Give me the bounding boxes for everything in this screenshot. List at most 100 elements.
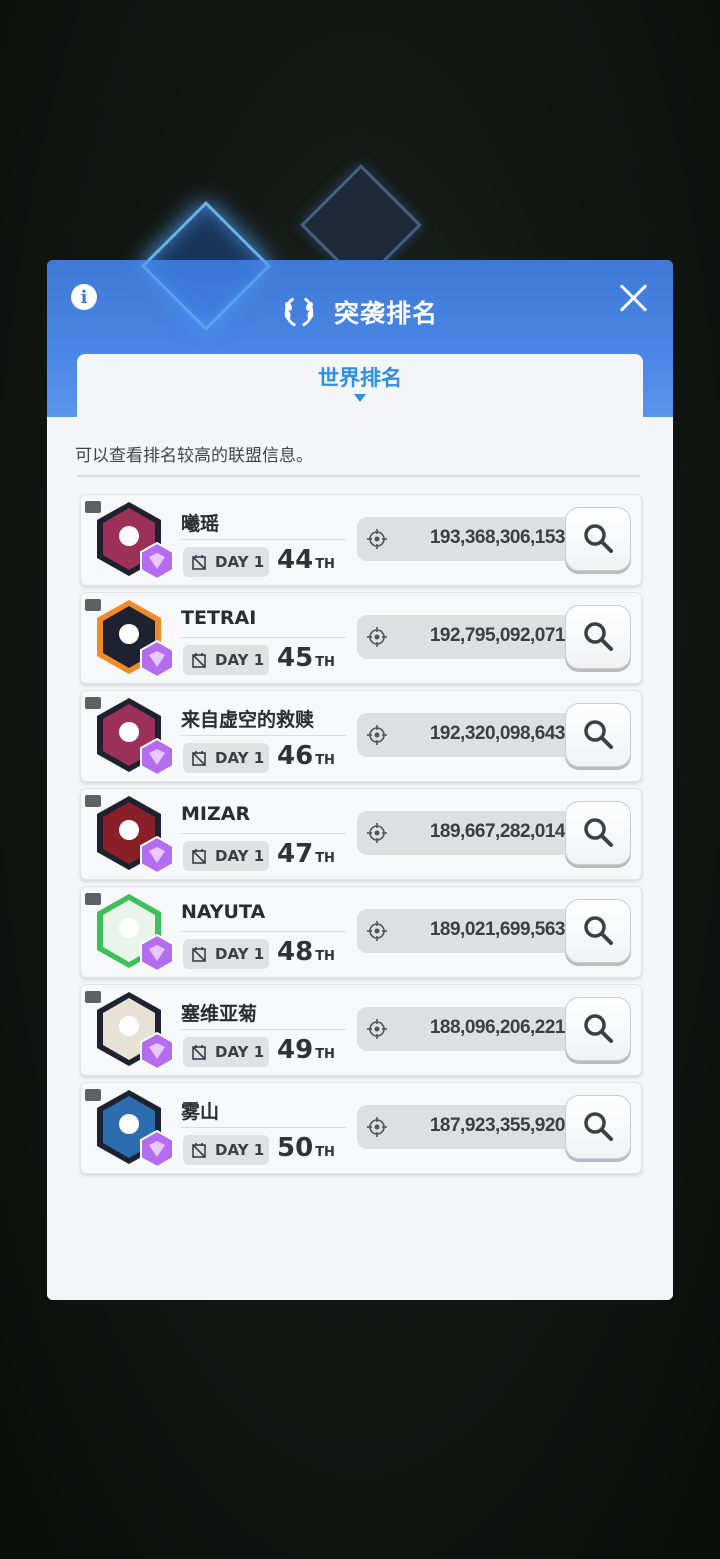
score-box: 192,320,098,643 — [357, 713, 591, 757]
tab-label: 世界排名 — [318, 366, 402, 390]
calendar-icon — [192, 1045, 206, 1060]
name-underline — [181, 735, 346, 736]
rank-value: 48 — [277, 937, 314, 967]
score-value: 187,923,355,920 — [429, 1115, 566, 1136]
union-name: NAYUTA — [181, 901, 266, 923]
day-label: DAY 1 — [215, 749, 265, 767]
calendar-icon — [192, 947, 206, 962]
day-badge: DAY 1 — [183, 1135, 269, 1165]
ranking-row[interactable]: MIZAR DAY 1 47 TH 189,667,282,014 — [80, 788, 642, 880]
gem-icon — [140, 1130, 174, 1168]
gem-icon — [140, 738, 174, 776]
ranking-row[interactable]: 曦瑶 DAY 1 44 TH 193,368,306,153 — [80, 494, 642, 586]
search-button[interactable] — [565, 1095, 631, 1159]
score-value: 192,320,098,643 — [429, 723, 566, 744]
day-label: DAY 1 — [215, 1043, 265, 1061]
tab-world-ranking[interactable]: 世界排名 — [77, 354, 643, 424]
search-icon — [584, 916, 613, 945]
name-underline — [181, 637, 346, 638]
calendar-icon — [192, 1143, 206, 1158]
score-value: 189,667,282,014 — [429, 821, 566, 842]
search-icon — [584, 622, 613, 651]
search-button[interactable] — [565, 801, 631, 865]
name-underline — [181, 931, 346, 932]
search-button[interactable] — [565, 997, 631, 1061]
day-badge: DAY 1 — [183, 645, 269, 675]
target-icon — [367, 823, 387, 843]
rank-number: 46 TH — [277, 741, 335, 771]
rank-number: 50 TH — [277, 1133, 335, 1163]
target-icon — [367, 1019, 387, 1039]
day-label: DAY 1 — [215, 847, 265, 865]
name-underline — [181, 539, 346, 540]
score-value: 192,795,092,071 — [429, 625, 566, 646]
rank-number: 44 TH — [277, 545, 335, 575]
rank-number: 47 TH — [277, 839, 335, 869]
ranking-row[interactable]: 塞维亚菊 DAY 1 49 TH 188,096,206,221 — [80, 984, 642, 1076]
ranking-content: 可以查看排名较高的联盟信息。 曦瑶 DAY 1 44 TH 193,368,30… — [47, 417, 673, 1300]
target-icon — [367, 725, 387, 745]
info-icon[interactable]: i — [71, 284, 97, 310]
panel-title: 突袭排名 — [334, 299, 439, 328]
search-button[interactable] — [565, 507, 631, 571]
search-icon — [584, 818, 613, 847]
day-label: DAY 1 — [215, 945, 265, 963]
union-name: 雾山 — [181, 1101, 220, 1123]
union-name: TETRAI — [181, 607, 257, 629]
union-name: 来自虚空的救赎 — [181, 709, 315, 731]
union-name: 曦瑶 — [181, 513, 220, 535]
score-value: 189,021,699,563 — [429, 919, 566, 940]
ranking-row[interactable]: TETRAI DAY 1 45 TH 192,795,092,071 — [80, 592, 642, 684]
target-icon — [367, 1117, 387, 1137]
score-value: 188,096,206,221 — [429, 1017, 566, 1038]
rank-suffix: TH — [315, 557, 335, 572]
day-badge: DAY 1 — [183, 841, 269, 871]
day-badge: DAY 1 — [183, 939, 269, 969]
tab-indicator-icon — [354, 394, 366, 402]
search-button[interactable] — [565, 703, 631, 767]
target-icon — [367, 529, 387, 549]
score-value: 193,368,306,153 — [429, 527, 566, 548]
header-diamond-decoration — [140, 260, 272, 332]
gem-icon — [140, 934, 174, 972]
rank-value: 50 — [277, 1133, 314, 1163]
union-name: MIZAR — [181, 803, 251, 825]
score-box: 192,795,092,071 — [357, 615, 591, 659]
name-underline — [181, 1029, 346, 1030]
rank-suffix: TH — [315, 753, 335, 768]
search-icon — [584, 720, 613, 749]
raid-ranking-panel: i 突袭排名 世界排名 可以查看排名较高的联盟信息。 曦瑶 DAY 1 44 T… — [47, 260, 673, 1300]
score-box: 187,923,355,920 — [357, 1105, 591, 1149]
day-badge: DAY 1 — [183, 743, 269, 773]
day-label: DAY 1 — [215, 553, 265, 571]
union-name: 塞维亚菊 — [181, 1003, 258, 1025]
laurel-icon — [284, 297, 314, 327]
gem-icon — [140, 542, 174, 580]
target-icon — [367, 627, 387, 647]
search-icon — [584, 524, 613, 553]
description-text: 可以查看排名较高的联盟信息。 — [75, 446, 313, 466]
ranking-row[interactable]: 雾山 DAY 1 50 TH 187,923,355,920 — [80, 1082, 642, 1174]
divider — [77, 475, 640, 477]
name-underline — [181, 833, 346, 834]
ranking-row[interactable]: 来自虚空的救赎 DAY 1 46 TH 192,320,098,643 — [80, 690, 642, 782]
rank-value: 46 — [277, 741, 314, 771]
rank-number: 49 TH — [277, 1035, 335, 1065]
search-icon — [584, 1014, 613, 1043]
rank-number: 48 TH — [277, 937, 335, 967]
rank-suffix: TH — [315, 1145, 335, 1160]
day-badge: DAY 1 — [183, 547, 269, 577]
search-button[interactable] — [565, 899, 631, 963]
search-button[interactable] — [565, 605, 631, 669]
rank-value: 44 — [277, 545, 314, 575]
close-icon[interactable] — [615, 280, 651, 316]
calendar-icon — [192, 555, 206, 570]
target-icon — [367, 921, 387, 941]
rank-value: 49 — [277, 1035, 314, 1065]
rank-suffix: TH — [315, 655, 335, 670]
day-badge: DAY 1 — [183, 1037, 269, 1067]
rank-suffix: TH — [315, 949, 335, 964]
score-box: 193,368,306,153 — [357, 517, 591, 561]
ranking-row[interactable]: NAYUTA DAY 1 48 TH 189,021,699,563 — [80, 886, 642, 978]
rank-value: 47 — [277, 839, 314, 869]
